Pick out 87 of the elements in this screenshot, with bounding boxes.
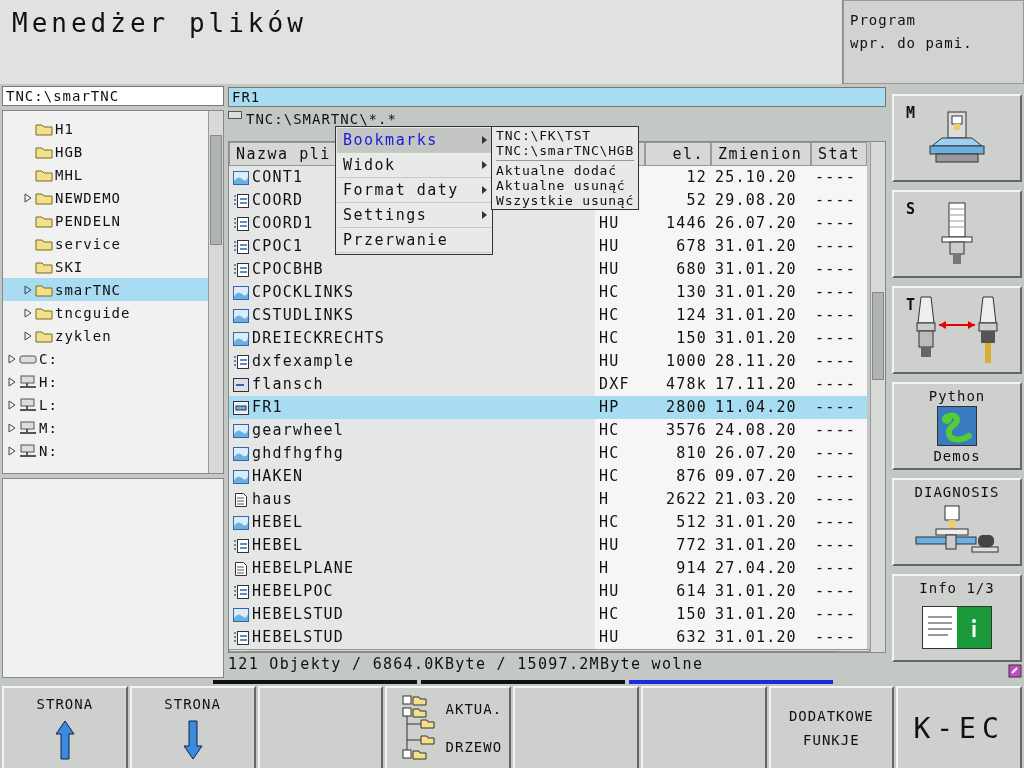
table-cell: 632 [645,626,711,649]
table-cell: 17.11.20 [711,373,811,396]
status-text: 121 Objekty / 6864.0KByte / 15097.2MByte wolne [228,655,705,673]
directory-path: TNC:\SMARTNC\*.* [246,111,397,127]
table-cell: ---- [811,281,867,304]
table-cell: HC [595,465,645,488]
table-cell: 31.01.20 [711,304,811,327]
table-cell: 31.01.20 [711,327,811,350]
table-cell: 31.01.20 [711,603,811,626]
table-cell: ---- [811,258,867,281]
table-cell: 31.01.20 [711,235,811,258]
table-cell: 614 [645,580,711,603]
table-cell: 2622 [645,488,711,511]
table-cell: 1000 [645,350,711,373]
table-cell: 876 [645,465,711,488]
table-cell: HC [595,304,645,327]
table-cell: HU [595,258,645,281]
table-cell: 680 [645,258,711,281]
table-cell: 31.01.20 [711,534,811,557]
table-cell: HU [595,534,645,557]
table-cell: 914 [645,557,711,580]
table-cell: 29.08.20 [711,189,811,212]
table-cell: HC [595,442,645,465]
table-cell: 09.07.20 [711,465,811,488]
table-cell: 26.07.20 [711,442,811,465]
path-field: TNC:\smarTNC [2,86,224,106]
table-cell: 31.01.20 [711,626,811,649]
table-cell: 478k [645,373,711,396]
table-cell: ---- [811,166,867,189]
table-cell: 27.04.20 [711,557,811,580]
table-cell: 150 [645,327,711,350]
table-cell: 810 [645,442,711,465]
mode-box: Program wpr. do pami. [843,0,1024,84]
table-cell: ---- [811,419,867,442]
table-cell: ---- [811,626,867,649]
table-cell: ---- [811,465,867,488]
table-cell: 124 [645,304,711,327]
table-cell: HU [595,350,645,373]
table-cell: HC [595,281,645,304]
table-cell: HU [595,235,645,258]
table-cell: 28.11.20 [711,350,811,373]
table-cell: 31.01.20 [711,511,811,534]
table-cell: 130 [645,281,711,304]
table-cell: 12 [645,166,711,189]
table-cell: HU [595,626,645,649]
table-cell: ---- [811,350,867,373]
table-cell: HP [595,396,645,419]
table-cell: 772 [645,534,711,557]
table-cell: ---- [811,580,867,603]
window-title: Menedżer plików [0,0,842,84]
table-cell: ---- [811,511,867,534]
table-cell: 26.07.20 [711,212,811,235]
table-cell: HC [595,327,645,350]
table-cell: 11.04.20 [711,396,811,419]
table-cell: 2800 [645,396,711,419]
table-cell: HU [595,580,645,603]
table-cell: ---- [811,304,867,327]
table-cell: ---- [811,488,867,511]
table-cell: H [595,488,645,511]
table-cell: HU [595,212,645,235]
table-cell: 25.10.20 [711,166,811,189]
table-cell: DXF [595,373,645,396]
table-cell: 52 [645,189,711,212]
table-cell: 3576 [645,419,711,442]
table-cell: ---- [811,327,867,350]
table-cell: ---- [811,396,867,419]
table-cell: 31.01.20 [711,258,811,281]
table-cell: HC [595,419,645,442]
table-cell: ---- [811,557,867,580]
table-cell: HC [595,603,645,626]
table-cell: 31.01.20 [711,281,811,304]
table-cell: ---- [811,212,867,235]
table-cell: ---- [811,235,867,258]
table-cell: H [595,557,645,580]
table-cell: 21.03.20 [711,488,811,511]
table-cell: 1446 [645,212,711,235]
table-cell: ---- [811,603,867,626]
table-cell: 31.01.20 [711,580,811,603]
table-cell: ---- [811,373,867,396]
table-cell: 678 [645,235,711,258]
table-cell: 24.08.20 [711,419,811,442]
table-cell: 150 [645,603,711,626]
table-cell: ---- [811,442,867,465]
table-cell: ---- [811,534,867,557]
table-cell: HC [595,511,645,534]
table-cell: ---- [811,189,867,212]
table-cell: 512 [645,511,711,534]
